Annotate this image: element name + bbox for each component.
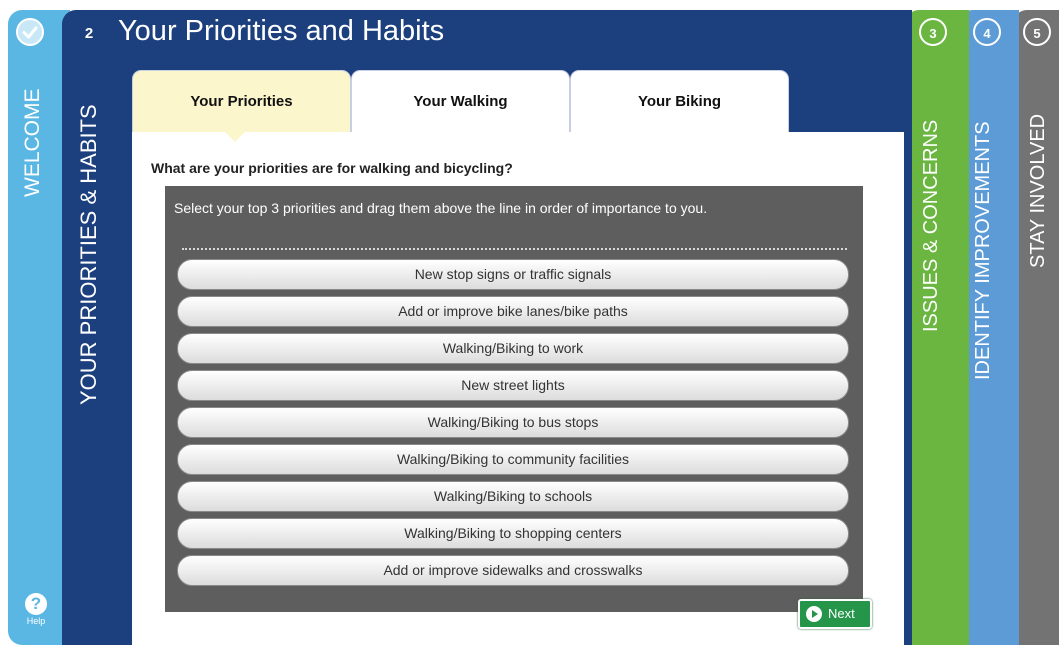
step-label: IDENTIFY IMPROVEMENTS — [972, 121, 994, 380]
step-welcome-panel[interactable]: WELCOME ? Help — [8, 10, 70, 645]
tab-your-priorities[interactable]: Your Priorities — [132, 70, 351, 132]
next-button[interactable]: Next — [798, 599, 872, 629]
help-button[interactable]: ? Help — [24, 593, 48, 626]
step-number-badge: 4 — [973, 18, 1001, 46]
step-label: YOUR PRIORITIES & HABITS — [76, 104, 101, 405]
arrow-right-circle-icon — [806, 606, 822, 622]
help-label: Help — [26, 616, 46, 626]
priority-item[interactable]: Walking/Biking to work — [177, 333, 849, 364]
instruction-text: Select your top 3 priorities and drag th… — [174, 200, 708, 216]
step-label: ISSUES & CONCERNS — [920, 119, 942, 332]
step-number-badge: 3 — [919, 18, 947, 46]
step-issues-concerns-panel[interactable]: 3 ISSUES & CONCERNS — [905, 10, 969, 645]
question-icon: ? — [25, 593, 47, 615]
step-label: STAY INVOLVED — [1027, 113, 1049, 268]
tab-your-biking[interactable]: Your Biking — [570, 70, 789, 132]
priority-item[interactable]: Walking/Biking to shopping centers — [177, 518, 849, 549]
page-title: Your Priorities and Habits — [118, 15, 445, 47]
step-number-badge: 5 — [1023, 18, 1051, 46]
priority-cutoff-line — [182, 248, 847, 250]
step-stay-involved-panel[interactable]: 5 STAY INVOLVED — [1013, 10, 1059, 645]
priority-item[interactable]: Walking/Biking to schools — [177, 481, 849, 512]
priority-item[interactable]: New stop signs or traffic signals — [177, 259, 849, 290]
check-icon — [16, 18, 44, 46]
priority-item[interactable]: New street lights — [177, 370, 849, 401]
tab-content: What are your priorities are for walking… — [132, 132, 904, 645]
priority-item[interactable]: Walking/Biking to community facilities — [177, 444, 849, 475]
step-priorities-habits-panel: 2 Your Priorities and Habits YOUR PRIORI… — [62, 10, 912, 645]
tab-your-walking[interactable]: Your Walking — [351, 70, 570, 132]
priority-list: New stop signs or traffic signals Add or… — [177, 259, 849, 592]
step-number-badge: 2 — [75, 20, 103, 48]
step-label: WELCOME — [21, 88, 44, 197]
priority-item[interactable]: Add or improve bike lanes/bike paths — [177, 296, 849, 327]
priority-item[interactable]: Walking/Biking to bus stops — [177, 407, 849, 438]
next-label: Next — [828, 606, 855, 621]
priority-drag-area: Select your top 3 priorities and drag th… — [165, 186, 863, 612]
question-text: What are your priorities are for walking… — [151, 160, 513, 176]
selected-tab-pointer — [225, 132, 245, 142]
priority-item[interactable]: Add or improve sidewalks and crosswalks — [177, 555, 849, 586]
